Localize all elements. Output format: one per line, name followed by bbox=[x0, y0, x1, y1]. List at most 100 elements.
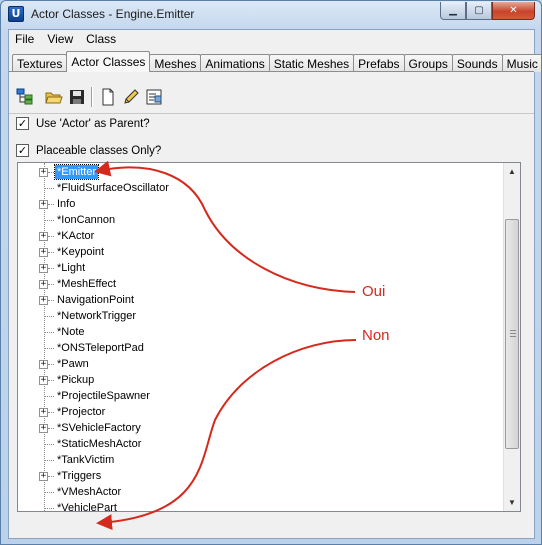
edit-button[interactable] bbox=[119, 86, 142, 108]
close-icon: ✕ bbox=[509, 5, 518, 16]
scroll-up-arrow[interactable]: ▲ bbox=[504, 163, 520, 180]
tree-item[interactable]: + *Light bbox=[18, 260, 504, 276]
placeable-only-checkbox[interactable]: ✓ bbox=[16, 144, 29, 157]
tree-item-label[interactable]: *Emitter bbox=[53, 164, 100, 180]
tree-item[interactable]: *FluidSurfaceOscillator bbox=[18, 180, 504, 196]
expand-icon[interactable]: + bbox=[39, 296, 48, 305]
scroll-down-arrow[interactable]: ▼ bbox=[504, 494, 520, 511]
tree-item-label[interactable]: *StaticMeshActor bbox=[55, 437, 143, 451]
tree-connector bbox=[48, 172, 54, 173]
use-actor-parent-checkbox[interactable]: ✓ bbox=[16, 117, 29, 130]
tree-item-label[interactable]: *Keypoint bbox=[55, 245, 106, 259]
menu-class[interactable]: Class bbox=[80, 30, 123, 47]
tree-item[interactable]: + *Triggers bbox=[18, 468, 504, 484]
tree-item[interactable]: + *Pickup bbox=[18, 372, 504, 388]
expand-icon[interactable]: + bbox=[39, 376, 48, 385]
tree-item[interactable]: *ONSTeleportPad bbox=[18, 340, 504, 356]
tree-item[interactable]: + Info bbox=[18, 196, 504, 212]
tree-connector bbox=[48, 476, 54, 477]
tree-connector bbox=[48, 284, 54, 285]
scroll-thumb[interactable] bbox=[505, 219, 519, 449]
tree-connector bbox=[44, 396, 54, 397]
tab-prefabs[interactable]: Prefabs bbox=[353, 54, 405, 72]
menu-view[interactable]: View bbox=[41, 30, 80, 47]
tree-item-label[interactable]: *FluidSurfaceOscillator bbox=[55, 181, 171, 195]
expand-icon[interactable]: + bbox=[39, 360, 48, 369]
tree-item-label[interactable]: *MeshEffect bbox=[55, 277, 118, 291]
expand-icon[interactable]: + bbox=[39, 168, 48, 177]
title-bar[interactable]: U Actor Classes - Engine.Emitter ▁ ▢ ✕ bbox=[1, 1, 541, 29]
tree-item-label[interactable]: *Pawn bbox=[55, 357, 91, 371]
tab-sounds[interactable]: Sounds bbox=[451, 54, 503, 72]
menu-file[interactable]: File bbox=[9, 30, 41, 47]
tree-item[interactable]: *Note bbox=[18, 324, 504, 340]
open-button[interactable] bbox=[42, 86, 65, 108]
expand-icon[interactable]: + bbox=[39, 424, 48, 433]
tree-item[interactable]: *StaticMeshActor bbox=[18, 436, 504, 452]
tree-item-label[interactable]: *VehiclePart bbox=[55, 501, 119, 511]
tree-view-icon bbox=[16, 88, 32, 105]
tree-item[interactable]: *NetworkTrigger bbox=[18, 308, 504, 324]
tree-item-label[interactable]: *Light bbox=[55, 261, 87, 275]
class-tree[interactable]: + *Emitter *FluidSurfaceOscillator + Info *I… bbox=[17, 162, 521, 512]
tree-item-label[interactable]: *NetworkTrigger bbox=[55, 309, 138, 323]
tree-item[interactable]: + NavigationPoint bbox=[18, 292, 504, 308]
tree-item-label[interactable]: NavigationPoint bbox=[55, 293, 136, 307]
tab-animations[interactable]: Animations bbox=[200, 54, 270, 72]
tree-connector bbox=[48, 236, 54, 237]
tab-groups[interactable]: Groups bbox=[403, 54, 453, 72]
use-actor-parent-option[interactable]: ✓ Use 'Actor' as Parent? bbox=[16, 117, 150, 130]
tree-item[interactable]: *VehiclePart bbox=[18, 500, 504, 511]
expand-icon[interactable]: + bbox=[39, 232, 48, 241]
tree-item[interactable]: + *MeshEffect bbox=[18, 276, 504, 292]
expand-icon[interactable]: + bbox=[39, 472, 48, 481]
tree-item-label[interactable]: *Note bbox=[55, 325, 87, 339]
tree-item[interactable]: + *Keypoint bbox=[18, 244, 504, 260]
tree-connector bbox=[44, 316, 54, 317]
minimize-button[interactable]: ▁ bbox=[440, 2, 466, 20]
expand-icon[interactable]: + bbox=[39, 248, 48, 257]
placeable-only-option[interactable]: ✓ Placeable classes Only? bbox=[16, 144, 161, 157]
expand-icon[interactable]: + bbox=[39, 264, 48, 273]
tree-item-label[interactable]: Info bbox=[55, 197, 77, 211]
tree-item-label[interactable]: *Triggers bbox=[55, 469, 103, 483]
tree-item[interactable]: + *Emitter bbox=[18, 164, 504, 180]
tab-textures[interactable]: Textures bbox=[12, 54, 68, 72]
tab-static-meshes[interactable]: Static Meshes bbox=[268, 54, 355, 72]
caption-buttons: ▁ ▢ ✕ bbox=[440, 2, 535, 20]
tree-item[interactable]: *TankVictim bbox=[18, 452, 504, 468]
expand-icon[interactable]: + bbox=[39, 280, 48, 289]
new-button[interactable] bbox=[96, 86, 119, 108]
tab-music[interactable]: Music bbox=[501, 54, 541, 72]
properties-button[interactable] bbox=[142, 86, 165, 108]
expand-icon[interactable]: + bbox=[39, 408, 48, 417]
tree-view-button[interactable] bbox=[13, 86, 36, 108]
tree-connector bbox=[44, 188, 54, 189]
tree-item-label[interactable]: *VMeshActor bbox=[55, 485, 123, 499]
tree-item-label[interactable]: *IonCannon bbox=[55, 213, 117, 227]
tree-item[interactable]: + *SVehicleFactory bbox=[18, 420, 504, 436]
tree-item[interactable]: *IonCannon bbox=[18, 212, 504, 228]
save-button[interactable] bbox=[65, 86, 88, 108]
expand-icon[interactable]: + bbox=[39, 200, 48, 209]
minimize-icon: ▁ bbox=[449, 5, 457, 16]
tab-meshes[interactable]: Meshes bbox=[149, 54, 202, 72]
tree-item[interactable]: *ProjectileSpawner bbox=[18, 388, 504, 404]
tree-item-label[interactable]: *ONSTeleportPad bbox=[55, 341, 146, 355]
tab-actor-classes[interactable]: Actor Classes bbox=[66, 51, 151, 72]
tree-item[interactable]: + *Projector bbox=[18, 404, 504, 420]
tree-item[interactable]: + *KActor bbox=[18, 228, 504, 244]
tree-item[interactable]: + *Pawn bbox=[18, 356, 504, 372]
vertical-scrollbar[interactable]: ▲ ▼ bbox=[503, 163, 520, 511]
tree-item-label[interactable]: *TankVictim bbox=[55, 453, 116, 467]
tree-item-label[interactable]: *Pickup bbox=[55, 373, 96, 387]
close-button[interactable]: ✕ bbox=[492, 2, 535, 20]
unreal-u-icon[interactable]: U bbox=[8, 6, 24, 22]
tree-item-label[interactable]: *KActor bbox=[55, 229, 96, 243]
toolbar bbox=[13, 86, 165, 108]
maximize-button[interactable]: ▢ bbox=[466, 2, 492, 20]
tree-item-label[interactable]: *ProjectileSpawner bbox=[55, 389, 152, 403]
tree-item[interactable]: *VMeshActor bbox=[18, 484, 504, 500]
tree-item-label[interactable]: *Projector bbox=[55, 405, 107, 419]
tree-item-label[interactable]: *SVehicleFactory bbox=[55, 421, 143, 435]
